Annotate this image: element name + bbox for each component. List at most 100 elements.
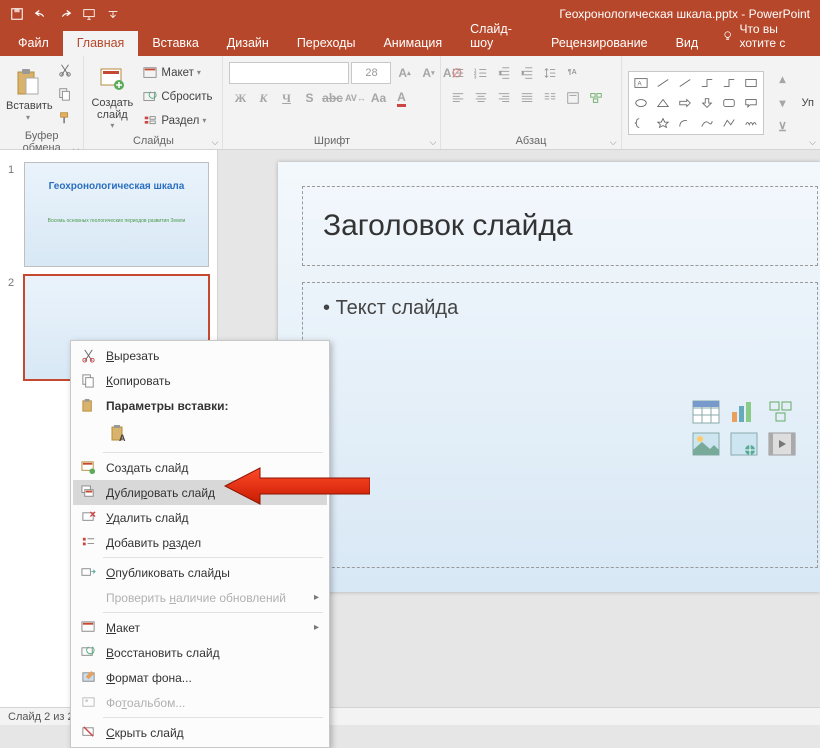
- spacing-icon[interactable]: AV↔: [344, 87, 366, 109]
- insert-table-icon[interactable]: [691, 399, 721, 425]
- insert-chart-icon[interactable]: [729, 399, 759, 425]
- cm-publish-slides[interactable]: Опубликовать слайды: [73, 560, 327, 585]
- font-size-combo[interactable]: 28: [351, 62, 391, 84]
- layout-button[interactable]: Макет ▾: [138, 62, 216, 84]
- cm-layout[interactable]: Макет ▸: [73, 615, 327, 640]
- cut-icon[interactable]: [54, 59, 76, 81]
- change-case-icon[interactable]: Aa: [367, 87, 389, 109]
- inc-indent-icon[interactable]: [516, 62, 538, 84]
- underline-icon[interactable]: Ч: [275, 87, 297, 109]
- undo-icon[interactable]: [30, 3, 52, 25]
- cm-add-section[interactable]: Добавить раздел: [73, 530, 327, 555]
- body-placeholder[interactable]: • Текст слайда: [302, 282, 818, 568]
- save-icon[interactable]: [6, 3, 28, 25]
- columns-icon[interactable]: [539, 87, 561, 109]
- shrink-font-icon[interactable]: A▾: [417, 62, 439, 84]
- tab-home[interactable]: Главная: [63, 31, 139, 56]
- align-center-icon[interactable]: [470, 87, 492, 109]
- shape-oval-icon[interactable]: [631, 94, 651, 112]
- tab-slideshow[interactable]: Слайд-шоу: [456, 17, 537, 56]
- align-left-icon[interactable]: [447, 87, 469, 109]
- cm-restore-slide[interactable]: Восстановить слайд: [73, 640, 327, 665]
- body-bullet-text: • Текст слайда: [323, 297, 458, 319]
- shadow-icon[interactable]: S: [298, 87, 320, 109]
- shape-star-icon[interactable]: [653, 114, 673, 132]
- paste-button[interactable]: Вставить ▾: [6, 66, 50, 121]
- shape-connector-icon[interactable]: [697, 74, 717, 92]
- insert-online-pic-icon[interactable]: [729, 431, 759, 457]
- tab-view[interactable]: Вид: [662, 31, 713, 56]
- tab-animations[interactable]: Анимация: [369, 31, 456, 56]
- format-bg-icon: [79, 669, 97, 687]
- cm-hide-slide[interactable]: Скрыть слайд: [73, 720, 327, 745]
- smartart-icon[interactable]: [585, 87, 607, 109]
- copy-icon[interactable]: [54, 83, 76, 105]
- shape-connector2-icon[interactable]: [719, 74, 739, 92]
- section-button[interactable]: Раздел ▾: [138, 110, 216, 132]
- qat-customize-icon[interactable]: [102, 3, 124, 25]
- slide-counter[interactable]: Слайд 2 из 2: [8, 711, 74, 723]
- new-slide-button[interactable]: Создать слайд ▾: [90, 63, 134, 130]
- slide-thumb-1[interactable]: Геохронологическая шкала Восемь основных…: [24, 162, 209, 267]
- shape-textbox-icon[interactable]: A: [631, 74, 651, 92]
- slide-canvas[interactable]: Заголовок слайда • Текст слайда: [278, 162, 820, 592]
- font-color-icon[interactable]: A: [390, 87, 412, 109]
- gallery-up-icon[interactable]: ▴: [772, 68, 794, 90]
- italic-icon[interactable]: К: [252, 87, 274, 109]
- cm-copy[interactable]: Копировать: [73, 368, 327, 393]
- justify-icon[interactable]: [516, 87, 538, 109]
- font-name-combo[interactable]: [229, 62, 349, 84]
- shape-arc-icon[interactable]: [675, 114, 695, 132]
- tab-design[interactable]: Дизайн: [213, 31, 283, 56]
- group-slides: Создать слайд ▾ Макет ▾ Сбросить Раздел …: [84, 56, 223, 149]
- align-text-icon[interactable]: [562, 87, 584, 109]
- shape-scribble-icon[interactable]: [741, 114, 761, 132]
- bold-icon[interactable]: Ж: [229, 87, 251, 109]
- strike-icon[interactable]: abc: [321, 87, 343, 109]
- cm-format-background[interactable]: Формат фона...: [73, 665, 327, 690]
- numbering-icon[interactable]: 123: [470, 62, 492, 84]
- shape-rounded-icon[interactable]: [719, 94, 739, 112]
- gallery-down-icon[interactable]: ▾: [772, 92, 794, 114]
- slide-thumb-1-wrap[interactable]: 1 Геохронологическая шкала Восемь основн…: [0, 158, 217, 271]
- gallery-more-icon[interactable]: ⊻: [772, 116, 794, 138]
- group-clipboard: Вставить ▾ Буфер обмена: [0, 56, 84, 149]
- shape-triangle-icon[interactable]: [653, 94, 673, 112]
- start-slideshow-icon[interactable]: [78, 3, 100, 25]
- shape-arrow-right-icon[interactable]: [675, 94, 695, 112]
- grow-font-icon[interactable]: A▴: [393, 62, 415, 84]
- shape-curve-icon[interactable]: [697, 114, 717, 132]
- reset-button[interactable]: Сбросить: [138, 86, 216, 108]
- dec-indent-icon[interactable]: [493, 62, 515, 84]
- align-right-icon[interactable]: [493, 87, 515, 109]
- paste-keep-format-icon[interactable]: A: [107, 421, 133, 447]
- shape-arrow-down-icon[interactable]: [697, 94, 717, 112]
- text-direction-icon[interactable]: ¶A: [562, 62, 584, 84]
- insert-picture-icon[interactable]: [691, 431, 721, 457]
- shape-line2-icon[interactable]: [675, 74, 695, 92]
- shape-brace-icon[interactable]: [631, 114, 651, 132]
- cm-cut[interactable]: Вырезать: [73, 343, 327, 368]
- shape-rect-icon[interactable]: [741, 74, 761, 92]
- shape-line-icon[interactable]: [653, 74, 673, 92]
- shape-callout-icon[interactable]: [741, 94, 761, 112]
- cm-sep-4: [103, 717, 323, 718]
- shape-freeform-icon[interactable]: [719, 114, 739, 132]
- bullets-icon[interactable]: [447, 62, 469, 84]
- title-placeholder[interactable]: Заголовок слайда: [302, 186, 818, 266]
- redo-icon[interactable]: [54, 3, 76, 25]
- tell-me[interactable]: Что вы хотите с: [712, 22, 820, 56]
- insert-smartart-icon[interactable]: [767, 399, 797, 425]
- tab-file[interactable]: Файл: [4, 31, 63, 56]
- shapes-gallery[interactable]: A: [628, 71, 764, 135]
- format-painter-icon[interactable]: [54, 107, 76, 129]
- hide-icon: [79, 724, 97, 742]
- ribbon-tabs: Файл Главная Вставка Дизайн Переходы Ани…: [0, 28, 820, 56]
- tab-insert[interactable]: Вставка: [138, 31, 212, 56]
- cm-delete-slide[interactable]: Удалить слайд: [73, 505, 327, 530]
- line-spacing-icon[interactable]: [539, 62, 561, 84]
- insert-video-icon[interactable]: [767, 431, 797, 457]
- tab-review[interactable]: Рецензирование: [537, 31, 662, 56]
- group-font: 28 A▴ A▾ A∅ Ж К Ч S abc AV↔ Aa A Шрифт: [223, 56, 441, 149]
- tab-transitions[interactable]: Переходы: [283, 31, 370, 56]
